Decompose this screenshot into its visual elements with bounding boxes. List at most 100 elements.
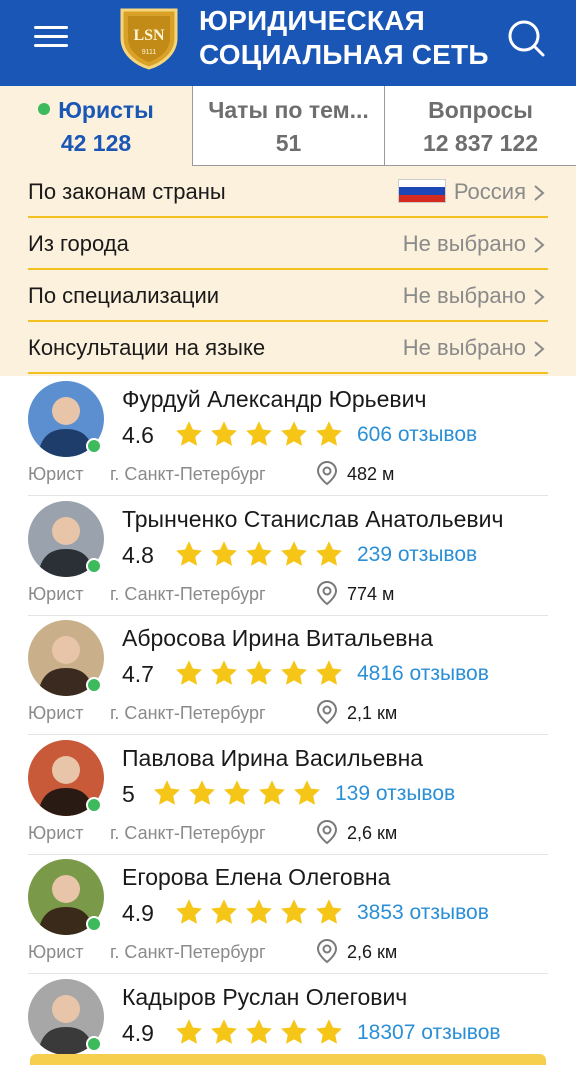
tab-questions-label: Вопросы bbox=[428, 97, 533, 123]
lawyer-list-item[interactable]: Кадыров Руслан Олегович 4.9 18307 отзывов bbox=[0, 974, 576, 1065]
logo-text: LSN bbox=[133, 27, 165, 44]
lawyer-name[interactable]: Трынченко Станислав Анатольевич bbox=[122, 506, 503, 533]
online-status-icon bbox=[86, 1035, 102, 1052]
tab-topic-chats-label: Чаты по тем... bbox=[208, 97, 369, 123]
rating-stars bbox=[174, 539, 349, 569]
rating-stars bbox=[152, 778, 327, 808]
lawyer-role: Юрист bbox=[28, 583, 84, 604]
online-status-icon bbox=[86, 677, 102, 693]
lawyer-list-item[interactable]: Абросова Ирина Витальевна 4.7 4816 отзывов… bbox=[0, 615, 576, 735]
filter-city-label: Из города bbox=[28, 231, 129, 256]
lawyer-rating: 4.8 bbox=[122, 541, 154, 568]
filter-specialization[interactable]: По специализации Не выбрано bbox=[28, 270, 548, 322]
filter-language[interactable]: Консультации на языке Не выбрано bbox=[28, 322, 548, 374]
lawyer-list-item[interactable]: Фурдуй Александр Юрьевич 4.6 606 отзывов Юр… bbox=[0, 376, 576, 496]
location-pin-icon bbox=[316, 819, 338, 844]
app-title-line1: ЮРИДИЧЕСКАЯ bbox=[199, 5, 425, 36]
star-icon bbox=[174, 421, 209, 453]
tab-lawyers[interactable]: Юристы 42 128 bbox=[0, 86, 192, 166]
chevron-right-icon bbox=[534, 341, 545, 357]
online-status-icon bbox=[86, 438, 102, 454]
star-icon bbox=[209, 1018, 244, 1051]
lawyer-list-item[interactable]: Павлова Ирина Васильевна 5 139 отзывов Юрис… bbox=[0, 735, 576, 855]
filter-country-label: По законам страны bbox=[28, 179, 226, 204]
filter-city[interactable]: Из города Не выбрано bbox=[28, 218, 548, 270]
star-icon bbox=[222, 779, 257, 812]
rating-stars bbox=[174, 1017, 349, 1047]
star-icon bbox=[244, 421, 279, 453]
online-dot-icon bbox=[38, 103, 51, 115]
bottom-action-bar[interactable] bbox=[30, 1054, 546, 1065]
reviews-link[interactable]: 18307 отзывов bbox=[357, 1021, 501, 1045]
lawyer-name[interactable]: Фурдуй Александр Юрьевич bbox=[122, 386, 426, 413]
star-icon bbox=[314, 421, 349, 453]
star-icon bbox=[279, 899, 314, 931]
star-icon bbox=[244, 540, 279, 573]
lawyer-name[interactable]: Абросова Ирина Витальевна bbox=[122, 625, 433, 652]
tab-topic-chats[interactable]: Чаты по тем... 51 bbox=[192, 86, 384, 166]
app-header: LSN 9111 ЮРИДИЧЕСКАЯ СОЦИАЛЬНАЯ СЕТЬ bbox=[0, 0, 576, 86]
filter-city-value: Не выбрано bbox=[402, 231, 526, 256]
lawyer-rating: 5 bbox=[122, 780, 135, 807]
lawyer-city: г. Санкт-Петербург bbox=[110, 583, 266, 604]
lawyer-city: г. Санкт-Петербург bbox=[110, 464, 266, 484]
reviews-link[interactable]: 4816 отзывов bbox=[357, 662, 489, 686]
lawyer-role: Юрист bbox=[28, 822, 84, 843]
lawyer-name[interactable]: Кадыров Руслан Олегович bbox=[122, 984, 407, 1011]
lawyer-role: Юрист bbox=[28, 703, 84, 723]
hamburger-menu-icon[interactable] bbox=[34, 26, 68, 48]
lawyer-role: Юрист bbox=[28, 942, 84, 962]
lawyer-city: г. Санкт-Петербург bbox=[110, 942, 266, 962]
lsn-logo-icon: LSN 9111 bbox=[120, 8, 178, 70]
app-title: ЮРИДИЧЕСКАЯ СОЦИАЛЬНАЯ СЕТЬ bbox=[199, 4, 499, 72]
star-icon bbox=[279, 1018, 314, 1051]
russia-flag-icon bbox=[397, 179, 446, 203]
lawyer-rating: 4.9 bbox=[122, 1019, 154, 1046]
logo-subtext: 9111 bbox=[142, 49, 157, 56]
reviews-link[interactable]: 606 отзывов bbox=[357, 423, 477, 447]
lawyer-city: г. Санкт-Петербург bbox=[110, 703, 266, 723]
star-icon bbox=[279, 660, 314, 692]
tab-questions-count: 12 837 122 bbox=[422, 130, 539, 156]
lawyer-list-item[interactable]: Трынченко Станислав Анатольевич 4.8 239 от… bbox=[0, 496, 576, 616]
filter-language-label: Консультации на языке bbox=[28, 335, 266, 360]
location-pin-icon bbox=[316, 938, 338, 964]
chevron-right-icon bbox=[534, 185, 545, 201]
lawyer-rating: 4.7 bbox=[122, 661, 154, 687]
reviews-link[interactable]: 139 отзывов bbox=[335, 782, 455, 806]
star-icon bbox=[257, 779, 292, 812]
search-icon[interactable] bbox=[506, 18, 546, 58]
filter-specialization-label: По специализации bbox=[28, 283, 220, 308]
filter-language-value: Не выбрано bbox=[402, 335, 526, 360]
lawyer-name[interactable]: Павлова Ирина Васильевна bbox=[122, 745, 423, 772]
star-icon bbox=[314, 1018, 349, 1051]
online-status-icon bbox=[86, 557, 102, 574]
star-icon bbox=[244, 899, 279, 931]
lawyer-distance: 2,6 км bbox=[347, 822, 398, 843]
lawyer-list-item[interactable]: Егорова Елена Олеговна 4.9 3853 отзывов Юри… bbox=[0, 854, 576, 974]
star-icon bbox=[292, 779, 327, 812]
rating-stars bbox=[174, 658, 349, 688]
filter-country[interactable]: По законам страны Россия bbox=[28, 166, 548, 218]
star-icon bbox=[314, 540, 349, 573]
star-icon bbox=[314, 899, 349, 931]
reviews-link[interactable]: 3853 отзывов bbox=[357, 901, 489, 925]
star-icon bbox=[209, 421, 244, 453]
star-icon bbox=[279, 540, 314, 573]
star-icon bbox=[174, 660, 209, 692]
lawyer-distance: 482 м bbox=[347, 464, 395, 484]
chevron-right-icon bbox=[534, 289, 545, 305]
lawyer-name[interactable]: Егорова Елена Олеговна bbox=[122, 864, 390, 891]
location-pin-icon bbox=[316, 460, 338, 486]
tab-bar: Юристы 42 128 Чаты по тем... 51 Вопросы … bbox=[0, 86, 576, 166]
lawyer-distance: 774 м bbox=[347, 583, 395, 604]
lawyer-distance: 2,1 км bbox=[347, 703, 398, 723]
online-status-icon bbox=[86, 916, 102, 932]
tab-questions[interactable]: Вопросы 12 837 122 bbox=[384, 86, 576, 166]
reviews-link[interactable]: 239 отзывов bbox=[357, 543, 477, 567]
star-icon bbox=[209, 899, 244, 931]
star-icon bbox=[244, 660, 279, 692]
location-pin-icon bbox=[316, 699, 338, 725]
filter-specialization-value: Не выбрано bbox=[402, 283, 526, 308]
filter-country-value: Россия bbox=[453, 179, 526, 204]
